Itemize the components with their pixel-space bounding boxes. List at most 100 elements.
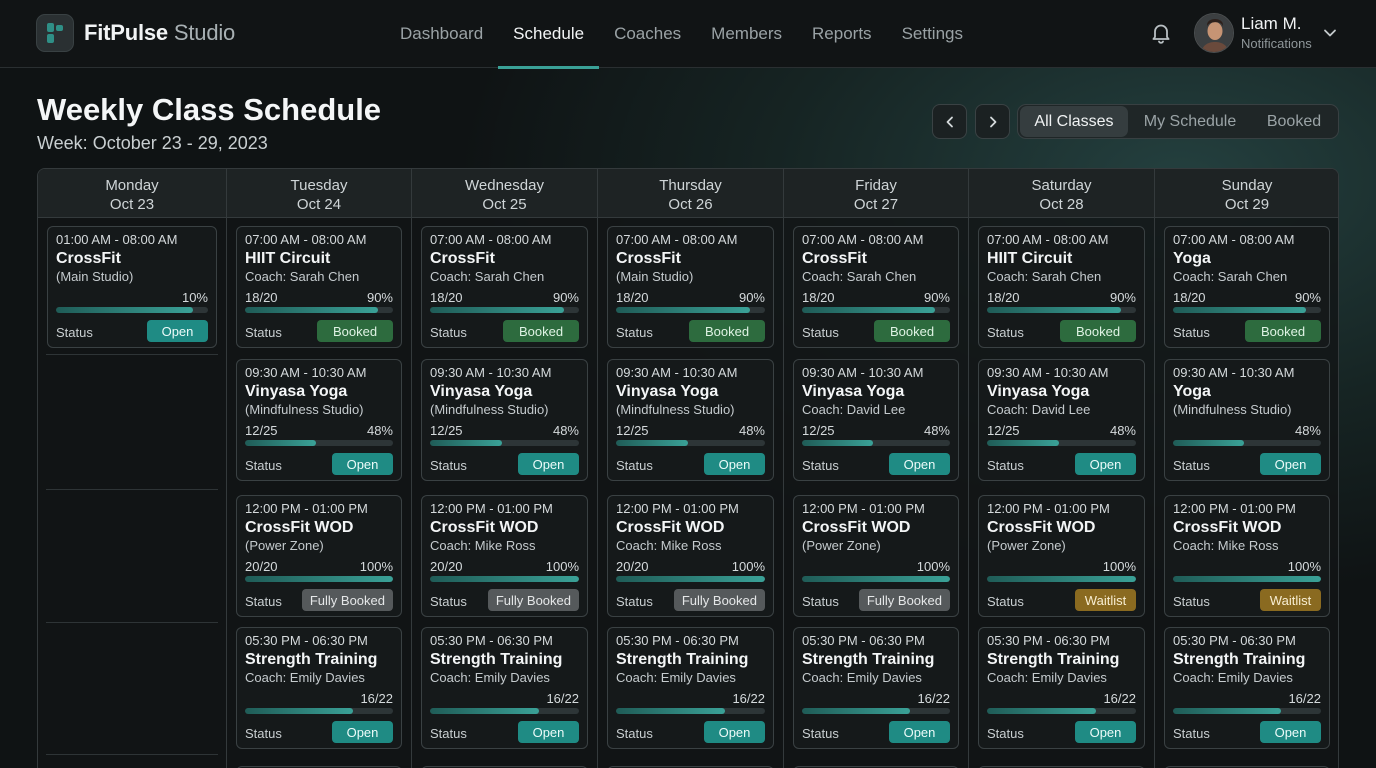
class-capacity: 12/25 [987,423,1020,438]
status-badge[interactable]: Booked [689,320,765,342]
status-badge[interactable]: Booked [874,320,950,342]
class-card[interactable]: 05:30 PM - 06:30 PM Strength Training Coac… [793,627,959,749]
class-fill-percent: 90% [738,290,765,305]
status-badge[interactable]: Fully Booked [858,589,950,611]
status-badge[interactable]: Waitlist [1260,589,1321,611]
user-notifications-label[interactable]: Notifications [1241,36,1312,51]
filter-all-classes[interactable]: All Classes [1020,106,1128,137]
status-label: Status [1173,594,1210,609]
class-capacity-row: 100% [987,559,1136,575]
class-time: 07:00 AM - 08:00 AM [245,232,367,247]
status-badge[interactable]: Open [889,721,950,743]
status-badge[interactable]: Open [518,721,579,743]
status-badge[interactable]: Open [704,453,765,475]
previous-week-button[interactable] [932,104,967,139]
status-label: Status [56,325,93,340]
status-badge[interactable]: Open [1260,721,1321,743]
class-time: 12:00 PM - 01:00 PM [430,501,553,516]
status-badge[interactable]: Fully Booked [301,589,393,611]
class-name: Vinyasa Yoga [802,383,905,400]
class-card[interactable]: 09:30 AM - 10:30 AM Vinyasa Yoga (Mindfuln… [607,359,774,481]
chevron-down-icon[interactable] [1322,26,1338,40]
next-week-button[interactable] [975,104,1010,139]
class-card[interactable]: 07:00 AM - 08:00 AM Yoga Coach: Sarah Chen… [1164,226,1330,348]
capacity-progress-fill [1173,708,1282,714]
status-badge[interactable]: Fully Booked [487,589,579,611]
status-badge[interactable]: Booked [1245,320,1321,342]
status-badge[interactable]: Booked [1060,320,1136,342]
class-card[interactable]: 12:00 PM - 01:00 PM CrossFit WOD (Power Zo… [793,495,959,617]
class-card[interactable]: 07:00 AM - 08:00 AM CrossFit (Main Studio)… [607,226,774,348]
nav-item-schedule[interactable]: Schedule [498,0,599,69]
class-card[interactable]: 09:30 AM - 10:30 AM Yoga (Mindfulness Stud… [1164,359,1330,481]
class-card[interactable]: 09:30 AM - 10:30 AM Vinyasa Yoga (Mindfuln… [421,359,588,481]
status-badge[interactable]: Open [332,721,393,743]
class-fill-percent: 90% [366,290,393,305]
capacity-progress-bar [1173,440,1321,446]
status-badge[interactable]: Open [147,320,208,342]
class-location-or-coach: Coach: David Lee [987,402,1091,417]
nav-item-coaches[interactable]: Coaches [599,0,696,68]
class-name: CrossFit WOD [802,519,911,536]
status-badge[interactable]: Open [1075,721,1136,743]
filter-my-schedule[interactable]: My Schedule [1128,106,1252,137]
class-card[interactable]: 12:00 PM - 01:00 PM CrossFit WOD (Power Zo… [978,495,1145,617]
status-badge[interactable]: Open [1260,453,1321,475]
class-capacity: 12/25 [616,423,649,438]
class-card[interactable]: 05:30 PM - 06:30 PM Strength Training Coac… [236,627,402,749]
class-card[interactable]: 09:30 AM - 10:30 AM Vinyasa Yoga Coach: Da… [978,359,1145,481]
status-label: Status [987,325,1024,340]
class-time: 07:00 AM - 08:00 AM [987,232,1109,247]
class-fill-percent: 48% [366,423,393,438]
class-time: 09:30 AM - 10:30 AM [616,365,738,380]
status-badge[interactable]: Open [889,453,950,475]
nav-item-settings[interactable]: Settings [887,0,978,68]
class-location-or-coach: (Mindfulness Studio) [1173,402,1292,417]
class-location-or-coach: (Main Studio) [56,269,134,284]
status-badge[interactable]: Open [704,721,765,743]
bell-icon[interactable] [1148,20,1174,46]
class-card[interactable]: 07:00 AM - 08:00 AM HIIT Circuit Coach: Sa… [978,226,1145,348]
class-card[interactable]: 12:00 PM - 01:00 PM CrossFit WOD Coach: Mi… [607,495,774,617]
user-name[interactable]: Liam M. [1241,14,1301,34]
class-card[interactable]: 05:30 PM - 06:30 PM Strength Training Coac… [607,627,774,749]
nav-item-dashboard[interactable]: Dashboard [385,0,498,68]
class-capacity: 12/25 [245,423,278,438]
nav-item-reports[interactable]: Reports [797,0,887,68]
class-capacity-row: 18/20 90% [987,290,1136,306]
status-badge[interactable]: Open [518,453,579,475]
capacity-progress-bar [987,440,1136,446]
status-badge[interactable]: Waitlist [1075,589,1136,611]
class-capacity-row: 16/22 [245,691,393,707]
capacity-progress-bar [430,307,579,313]
class-card[interactable]: 12:00 PM - 01:00 PM CrossFit WOD Coach: Mi… [1164,495,1330,617]
class-card[interactable]: 05:30 PM - 06:30 PM Strength Training Coac… [978,627,1145,749]
class-card[interactable]: 07:00 AM - 08:00 AM HIIT Circuit Coach: Sa… [236,226,402,348]
nav-item-members[interactable]: Members [696,0,797,68]
class-time: 05:30 PM - 06:30 PM [1173,633,1296,648]
class-card[interactable]: 09:30 AM - 10:30 AM Vinyasa Yoga (Mindfuln… [236,359,402,481]
status-badge[interactable]: Fully Booked [673,589,765,611]
class-card[interactable]: 07:00 AM - 08:00 AM CrossFit Coach: Sarah … [793,226,959,348]
class-card[interactable]: 12:00 PM - 01:00 PM CrossFit WOD Coach: Mi… [421,495,588,617]
status-badge[interactable]: Booked [503,320,579,342]
class-card[interactable]: 12:00 PM - 01:00 PM CrossFit WOD (Power Zo… [236,495,402,617]
class-card[interactable]: 05:30 PM - 06:30 PM Strength Training Coac… [1164,627,1330,749]
logo-mark-icon[interactable] [36,14,74,52]
class-name: CrossFit [616,250,681,267]
status-label: Status [245,594,282,609]
brand-name[interactable]: FitPulse Studio [84,20,235,46]
class-card[interactable]: 09:30 AM - 10:30 AM Vinyasa Yoga Coach: Da… [793,359,959,481]
brand-suffix: Studio [173,20,236,45]
class-card[interactable]: 07:00 AM - 08:00 AM CrossFit Coach: Sarah … [421,226,588,348]
class-card[interactable]: 01:00 AM - 08:00 AM CrossFit (Main Studio)… [47,226,217,348]
status-label: Status [245,726,282,741]
status-badge[interactable]: Booked [317,320,393,342]
class-capacity: 18/20 [987,290,1020,305]
status-badge[interactable]: Open [332,453,393,475]
class-card[interactable]: 05:30 PM - 06:30 PM Strength Training Coac… [421,627,588,749]
class-location-or-coach: Coach: Mike Ross [1173,538,1279,553]
user-avatar[interactable] [1194,13,1234,53]
filter-booked[interactable]: Booked [1252,106,1336,137]
status-badge[interactable]: Open [1075,453,1136,475]
